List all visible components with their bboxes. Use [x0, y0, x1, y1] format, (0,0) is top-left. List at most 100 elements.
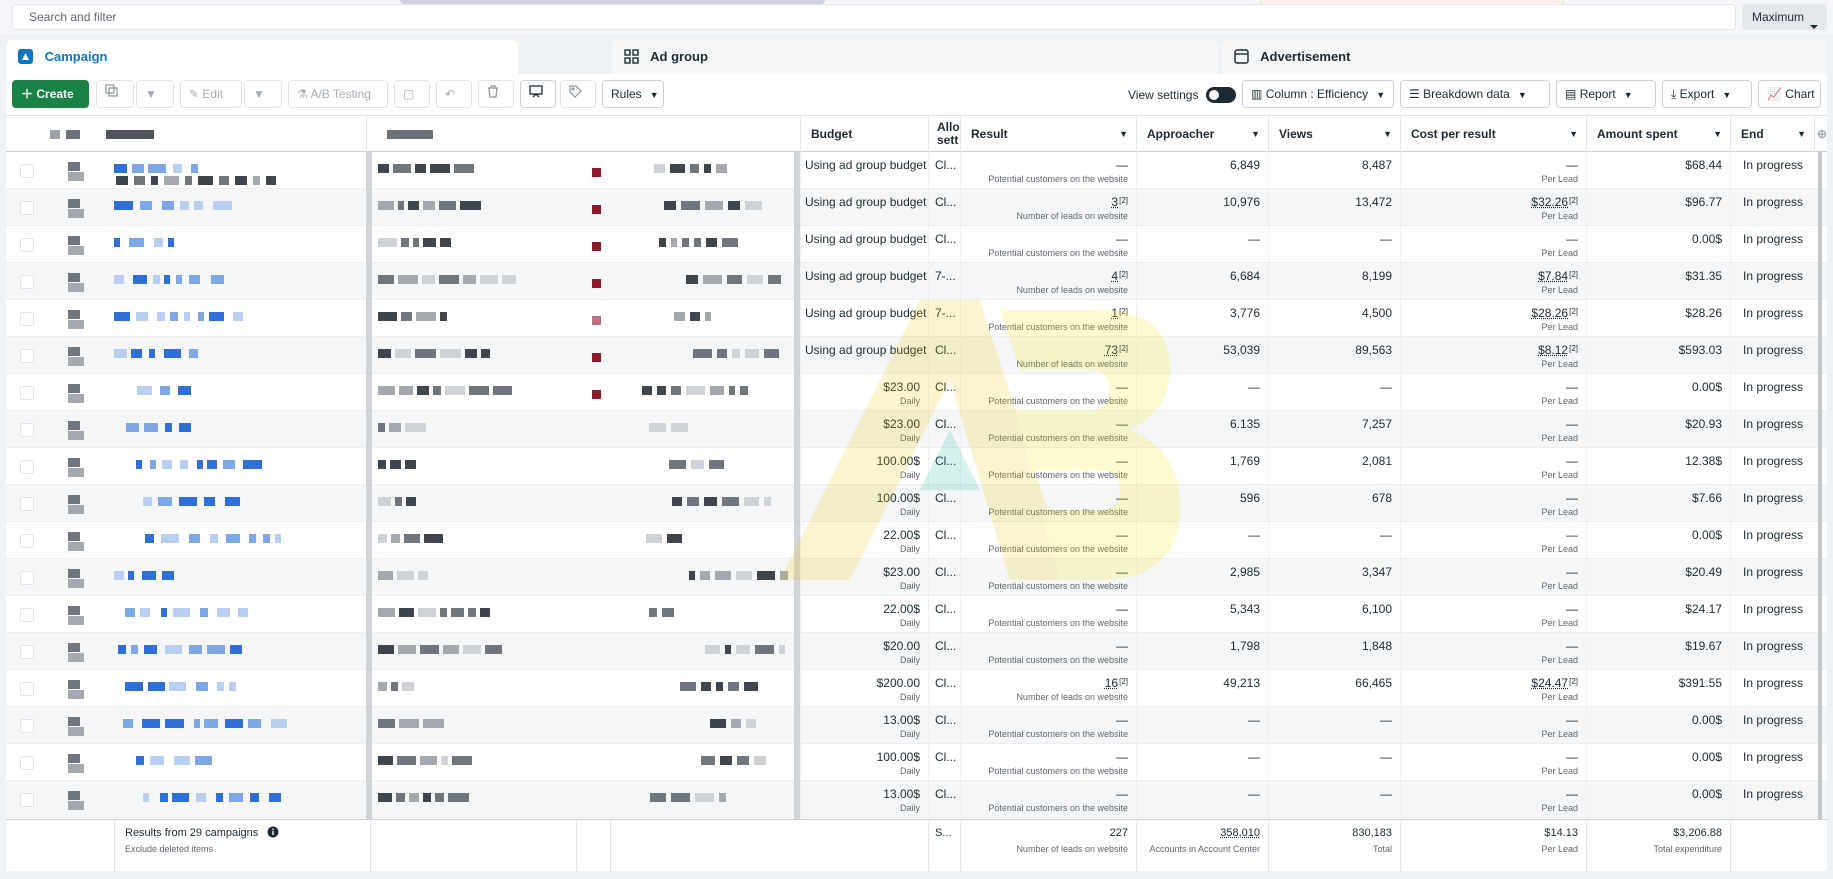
redacted-text: [225, 719, 243, 728]
table-row[interactable]: Using ad group budget 7-... 4[2] Number of …: [6, 263, 1827, 300]
footnote-marker[interactable]: [2]: [1569, 344, 1578, 353]
footnote-marker[interactable]: [2]: [1119, 196, 1128, 205]
cell-end: In progress: [1730, 337, 1814, 374]
redacted-text: [719, 793, 726, 802]
table-scrollbar[interactable]: [1818, 152, 1822, 819]
date-range-selector[interactable]: Maximum: [1742, 4, 1827, 30]
tab-advertisement[interactable]: Advertisement: [1222, 40, 1826, 76]
redacted-text: [165, 423, 172, 432]
cell-budget: 100.00$ Daily: [800, 485, 928, 522]
redacted-text: [233, 312, 243, 321]
header-redacted-area: [366, 116, 800, 152]
cost-value: —: [1566, 158, 1578, 172]
cost-value: —: [1566, 750, 1578, 764]
header-result[interactable]: Result ▼: [960, 116, 1136, 152]
result-label: Potential customers on the website: [988, 248, 1128, 258]
view-settings-toggle[interactable]: [1206, 87, 1236, 103]
add-column-icon[interactable]: ⊕: [1814, 116, 1827, 152]
rules-button[interactable]: Rules ▼: [602, 80, 664, 108]
chart-label: Chart: [1785, 87, 1815, 101]
table-row[interactable]: 22.00$ Daily Cl... — Potential customers on …: [6, 522, 1827, 559]
result-value: —: [1116, 232, 1128, 246]
result-label: Potential customers on the website: [988, 618, 1128, 628]
tag-button[interactable]: [560, 80, 596, 108]
result-number: —: [1116, 565, 1128, 579]
breakdown-button[interactable]: ☰ Breakdown data ▼: [1400, 80, 1550, 108]
chart-button[interactable]: 📈 Chart: [1758, 80, 1821, 108]
redacted-text: [687, 497, 699, 506]
footnote-marker[interactable]: [2]: [1119, 307, 1128, 316]
create-button[interactable]: ＋ Create: [12, 80, 89, 108]
tab-ad-group[interactable]: Ad group: [612, 40, 1218, 76]
archive-button[interactable]: ▢: [394, 80, 430, 108]
table-row[interactable]: Using ad group budget 7-... 1[2] Potential …: [6, 300, 1827, 337]
ab-testing-button[interactable]: ⚗ A/B Testing: [288, 80, 388, 108]
cell-result: — Potential customers on the website: [960, 633, 1136, 670]
duplicate-dropdown[interactable]: ▼: [136, 80, 174, 108]
table-row[interactable]: 100.00$ Daily Cl... — Potential customers on…: [6, 744, 1827, 781]
header-views[interactable]: Views ▼: [1268, 116, 1400, 152]
status-text: In progress: [1743, 491, 1804, 505]
horizontal-split-scrollbar[interactable]: [366, 152, 372, 819]
edit-button[interactable]: ✎ Edit: [180, 80, 242, 108]
report-button[interactable]: ▤ Report ▼: [1556, 80, 1656, 108]
footnote-marker[interactable]: [2]: [1569, 307, 1578, 316]
footnote-marker[interactable]: [2]: [1119, 677, 1128, 686]
table-row[interactable]: 100.00$ Daily Cl... — Potential customers on…: [6, 448, 1827, 485]
table-row[interactable]: Using ad group budget Cl... 3[2] Number of …: [6, 189, 1827, 226]
redacted-text: [249, 534, 256, 543]
header-approacher[interactable]: Approacher ▼: [1136, 116, 1268, 152]
table-row[interactable]: 13.00$ Daily Cl... — Potential customers on …: [6, 781, 1827, 818]
redacted-text: [423, 201, 435, 210]
table-row[interactable]: 100.00$ Daily Cl... — Potential customers on…: [6, 485, 1827, 522]
search-input[interactable]: Search and filter: [12, 4, 1736, 30]
table-row[interactable]: Using ad group budget Cl... 73[2] Number of…: [6, 337, 1827, 374]
header-allocation[interactable]: Allo sett: [928, 116, 960, 152]
result-label: Potential customers on the website: [988, 803, 1128, 813]
redacted-text: [114, 349, 127, 358]
exclude-deleted-link[interactable]: Exclude deleted items: [125, 844, 213, 854]
footnote-marker[interactable]: [2]: [1119, 344, 1128, 353]
export-button[interactable]: ⤓ Export ▼: [1662, 80, 1752, 108]
footnote-marker[interactable]: [2]: [1119, 270, 1128, 279]
redacted-text: [378, 497, 391, 506]
redacted-text: [378, 793, 392, 802]
footnote-marker[interactable]: [2]: [1569, 270, 1578, 279]
tab-campaign[interactable]: Campaign: [6, 40, 518, 76]
cost-number: —: [1566, 713, 1578, 727]
header-end[interactable]: End ▼: [1730, 116, 1814, 152]
caret-down-icon: ▼: [1713, 129, 1722, 139]
redacted-text: [727, 275, 742, 284]
table-row[interactable]: $20.00 Daily Cl... — Potential customers on …: [6, 633, 1827, 670]
footnote-marker[interactable]: [2]: [1569, 677, 1578, 686]
table-row[interactable]: $23.00 Daily Cl... — Potential customers on …: [6, 374, 1827, 411]
redacted-text: [68, 653, 84, 662]
cell-approacher: 5,343: [1136, 596, 1268, 633]
table-row[interactable]: 13.00$ Daily Cl... — Potential customers on …: [6, 707, 1827, 744]
header-amount-spent[interactable]: Amount spent ▼: [1586, 116, 1730, 152]
table-row[interactable]: $23.00 Daily Cl... — Potential customers on …: [6, 559, 1827, 596]
approacher-value: —: [1248, 528, 1260, 542]
undo-button[interactable]: ↶: [436, 80, 472, 108]
preview-button[interactable]: [520, 80, 556, 108]
header-cost-per-result[interactable]: Cost per result ▼: [1400, 116, 1586, 152]
table-row[interactable]: 22.00$ Daily Cl... — Potential customers on …: [6, 596, 1827, 633]
header-budget[interactable]: Budget: [800, 116, 928, 152]
table-row[interactable]: $23.00 Daily Cl... — Potential customers on …: [6, 411, 1827, 448]
redacted-text: [68, 283, 84, 292]
redacted-text: [378, 571, 393, 580]
table-row[interactable]: $200.00 Daily Cl... 16[2] Number of leads on…: [6, 670, 1827, 707]
table-row[interactable]: Using ad group budget Cl... — Potential cus…: [6, 226, 1827, 263]
duplicate-button[interactable]: [96, 80, 134, 108]
info-icon[interactable]: [267, 826, 279, 841]
budget-value: 100.00$: [876, 454, 920, 468]
delete-button[interactable]: [478, 80, 514, 108]
footnote-marker[interactable]: [2]: [1569, 196, 1578, 205]
campaign-table: Budget Allo sett Result ▼ Approacher ▼ Vie…: [6, 116, 1827, 819]
columns-button[interactable]: ▥ Column : Efficiency ▼: [1242, 80, 1394, 108]
cell-alloc: Cl...: [928, 781, 960, 818]
redacted-text: [701, 756, 715, 765]
vertical-scrollbar[interactable]: [794, 152, 800, 819]
table-row[interactable]: Using ad group budget Cl... — Potential cus…: [6, 152, 1827, 189]
edit-dropdown[interactable]: ▼: [244, 80, 282, 108]
